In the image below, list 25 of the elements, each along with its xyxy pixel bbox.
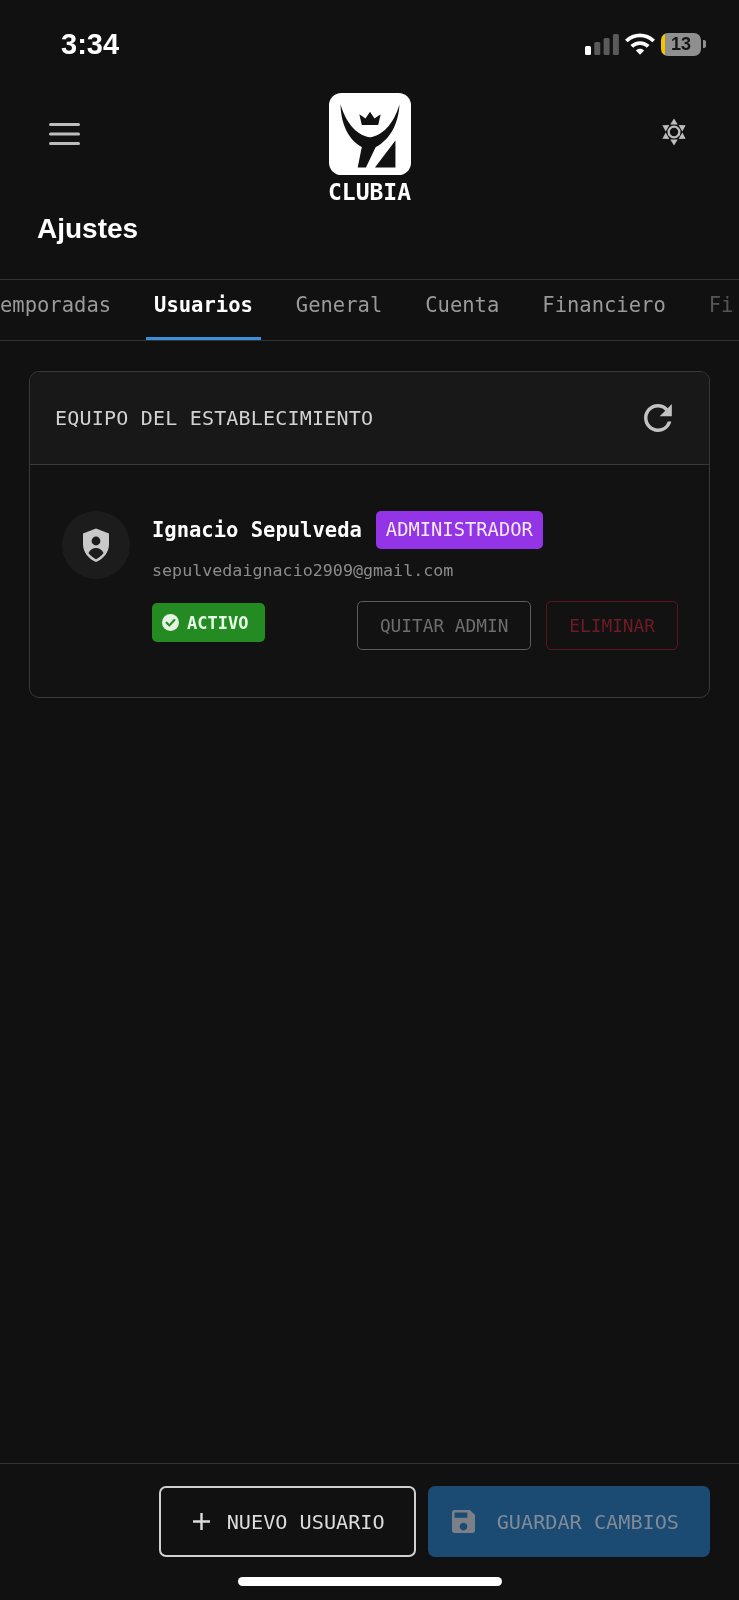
plus-icon <box>192 1513 210 1530</box>
tab[interactable]: emporadas <box>0 280 120 340</box>
status-time: 3:34 <box>61 27 120 61</box>
check-circle-icon <box>162 614 179 631</box>
battery-percentage: 13 <box>671 34 691 54</box>
role-badge: ADMINISTRADOR <box>375 511 543 549</box>
page-title: Ajustes <box>37 212 139 246</box>
logo-text: CLUBIA <box>327 179 412 205</box>
member-email: sepulvedaignacio2909@gmail.com <box>152 559 454 581</box>
brightness-icon <box>660 118 688 146</box>
avatar-icon <box>62 511 130 579</box>
refresh-icon <box>644 404 672 432</box>
card-title: EQUIPO DEL ESTABLECIMIENTO <box>55 406 374 430</box>
tab[interactable]: Usuarios <box>146 280 261 340</box>
save-icon <box>451 1510 475 1533</box>
member-name: Ignacio Sepulveda <box>152 518 362 542</box>
wifi-icon <box>625 33 655 55</box>
menu-icon <box>49 123 80 145</box>
status-text: ACTIVO <box>187 612 249 633</box>
signal-icon <box>585 33 619 55</box>
tab[interactable]: General <box>287 280 391 340</box>
new-user-button[interactable]: NUEVO USUARIO <box>158 1486 416 1557</box>
tab[interactable]: Cuenta <box>417 280 508 340</box>
tab[interactable]: Financiero <box>534 280 674 340</box>
logo-icon <box>328 93 411 175</box>
